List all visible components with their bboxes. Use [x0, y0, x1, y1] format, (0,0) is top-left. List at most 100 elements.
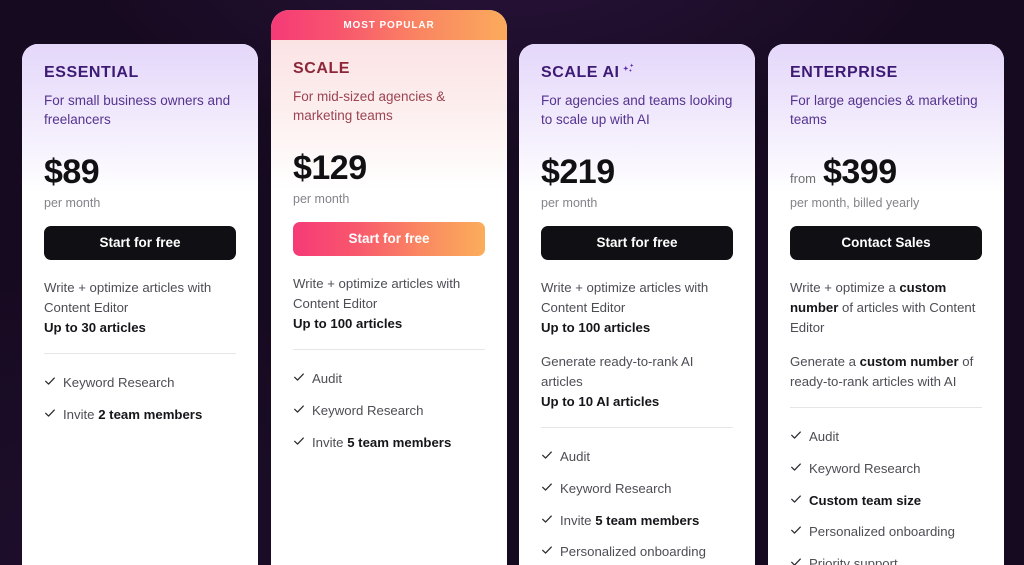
plan-name: ENTERPRISE: [790, 64, 982, 82]
feature-text: Personalized onboarding: [560, 544, 706, 560]
price-row: $219: [541, 155, 733, 189]
plan-detail-blocks: Write + optimize a custom number of arti…: [790, 278, 982, 392]
block-highlight: Up to 100 articles: [541, 319, 651, 335]
feature-item: Audit: [293, 364, 485, 396]
check-icon: [790, 491, 802, 513]
feature-item: Audit: [541, 442, 733, 474]
price-period: per month: [44, 195, 101, 210]
feature-list: Keyword Research Invite 2 team members: [44, 368, 236, 432]
feature-item: Personalized onboarding: [541, 537, 733, 565]
sparkle-icon: [621, 62, 636, 77]
feature-item: Custom team size: [790, 486, 982, 518]
cta-button[interactable]: Start for free: [541, 225, 733, 260]
plan-detail-block: Generate ready-to-rank AI articles Up to …: [541, 352, 733, 412]
block-lead-pre: Write + optimize a: [790, 279, 900, 295]
feature-label: Invite 5 team members: [312, 433, 451, 453]
card-body: ENTERPRISE For large agencies & marketing…: [768, 44, 1004, 565]
plan-description: For mid-sized agencies & marketing teams: [293, 88, 446, 124]
feature-item: Priority support: [790, 549, 982, 565]
section-divider: [790, 407, 982, 409]
feature-text: Priority support: [809, 556, 898, 565]
plan-name-text: SCALE AI: [541, 64, 620, 81]
cta-button[interactable]: Start for free: [293, 221, 485, 256]
feature-list: Audit Keyword Research Invite 5 team membe…: [293, 364, 485, 459]
block-highlight: Up to 100 articles: [293, 315, 403, 331]
price-amount: $399: [823, 152, 897, 191]
feature-label: Invite 2 team members: [63, 405, 202, 425]
feature-text: Invite: [560, 512, 596, 528]
feature-item: Keyword Research: [293, 396, 485, 428]
feature-label: Priority support: [809, 554, 898, 565]
price-amount: $89: [44, 152, 100, 191]
feature-text: Keyword Research: [312, 402, 424, 418]
plan-name-text: ESSENTIAL: [44, 64, 139, 81]
plan-description: For large agencies & marketing teams: [790, 92, 978, 128]
feature-item: Keyword Research: [541, 474, 733, 506]
pricing-card-essential: ESSENTIAL For small business owners and f…: [22, 44, 258, 565]
check-icon: [790, 522, 802, 544]
feature-label: Keyword Research: [809, 459, 920, 479]
feature-text: Invite: [312, 434, 348, 450]
plan-name-text: SCALE: [293, 60, 351, 77]
feature-label: Keyword Research: [63, 373, 174, 393]
price-row: $89: [44, 155, 236, 189]
feature-text: Keyword Research: [63, 374, 175, 390]
feature-text: Keyword Research: [560, 480, 672, 496]
plan-description: For agencies and teams looking to scale …: [541, 92, 733, 128]
check-icon: [44, 373, 56, 395]
cta-button[interactable]: Start for free: [44, 225, 236, 260]
feature-label: Audit: [560, 447, 590, 467]
feature-label: Keyword Research: [312, 401, 423, 421]
feature-label: Personalized onboarding: [809, 522, 955, 542]
pricing-plan-grid: ESSENTIAL For small business owners and f…: [0, 0, 1024, 565]
check-icon: [790, 427, 802, 449]
feature-item: Personalized onboarding: [790, 517, 982, 549]
feature-item: Keyword Research: [790, 454, 982, 486]
card-body: SCALE For mid-sized agencies & marketing …: [271, 40, 507, 565]
price-amount: $219: [541, 152, 615, 191]
feature-label: Keyword Research: [560, 479, 671, 499]
plan-name-text: ENTERPRISE: [790, 64, 898, 81]
feature-item: Audit: [790, 422, 982, 454]
feature-text: Audit: [560, 449, 591, 465]
feature-label: Audit: [312, 369, 342, 389]
plan-description: For small business owners and freelancer…: [44, 92, 231, 128]
price-row: $129: [293, 151, 485, 185]
pricing-card-enterprise: ENTERPRISE For large agencies & marketing…: [768, 44, 1004, 565]
price-amount: $129: [293, 148, 367, 187]
feature-label: Custom team size: [809, 491, 921, 511]
pricing-card-scale: MOST POPULAR SCALE For mid-sized agencies …: [271, 10, 507, 565]
check-icon: [44, 405, 56, 427]
feature-label: Audit: [809, 427, 839, 447]
check-icon: [293, 369, 305, 391]
plan-name: ESSENTIAL: [44, 64, 236, 82]
feature-item: Keyword Research: [44, 368, 236, 400]
card-body: ESSENTIAL For small business owners and f…: [22, 44, 258, 565]
plan-detail-block: Write + optimize articles with Content E…: [293, 274, 485, 334]
check-icon: [293, 401, 305, 423]
block-lead: Write + optimize articles with Content E…: [44, 279, 212, 315]
price-period: per month: [293, 191, 350, 206]
section-divider: [44, 352, 236, 354]
feature-text: Personalized onboarding: [809, 524, 955, 540]
block-highlight: Up to 30 articles: [44, 319, 146, 335]
feature-strong: 5 team members: [595, 512, 700, 528]
check-icon: [293, 433, 305, 455]
block-lead-strong: custom number: [859, 353, 959, 369]
feature-item: Invite 5 team members: [541, 506, 733, 538]
feature-strong: 5 team members: [347, 434, 452, 450]
card-body: SCALE AI For agencies and teams looking t…: [519, 44, 755, 565]
price-period: per month, billed yearly: [790, 195, 920, 210]
feature-text: Keyword Research: [809, 460, 921, 476]
price-prefix: from: [790, 170, 816, 186]
plan-detail-block: Generate a custom number of ready-to-ran…: [790, 352, 982, 392]
plan-detail-block: Write + optimize articles with Content E…: [44, 278, 236, 338]
check-icon: [541, 511, 553, 533]
price-row: from $399: [790, 155, 982, 189]
block-lead: Write + optimize articles with Content E…: [293, 275, 461, 311]
feature-label: Invite 5 team members: [560, 511, 699, 531]
cta-button[interactable]: Contact Sales: [790, 225, 982, 260]
feature-strong: 2 team members: [98, 406, 203, 422]
block-lead-pre: Generate a: [790, 353, 860, 369]
feature-text: Invite: [63, 406, 99, 422]
